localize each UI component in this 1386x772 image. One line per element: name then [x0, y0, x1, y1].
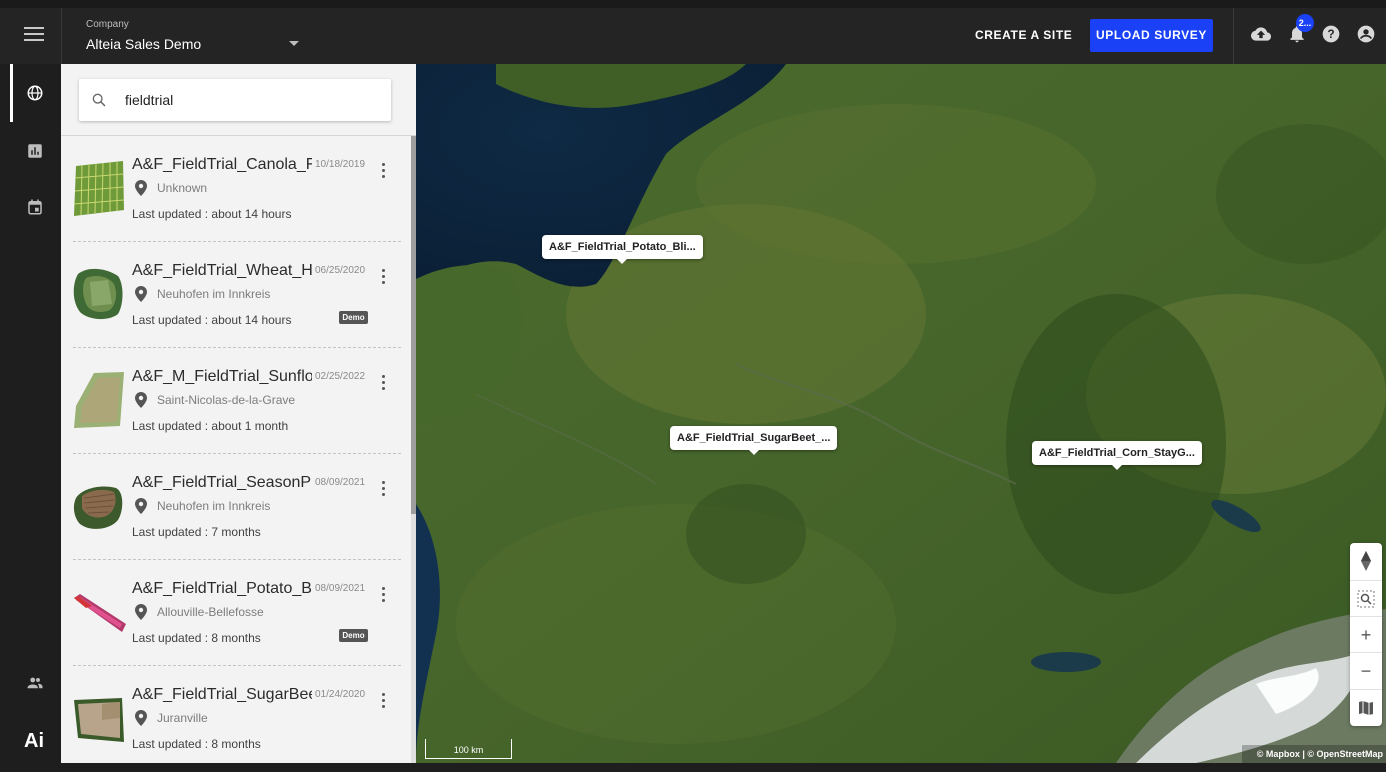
- zoom-to-fit-icon[interactable]: [1350, 580, 1382, 616]
- site-location: Neuhofen im Innkreis: [157, 287, 271, 301]
- site-updated: Last updated : 8 months: [132, 631, 261, 645]
- company-label: Company: [86, 19, 129, 30]
- app-logo: Ai: [24, 730, 44, 752]
- map-marker[interactable]: A&F_FieldTrial_SugarBeet_...: [670, 426, 838, 455]
- site-name[interactable]: A&F_FieldTrial_SeasonPla...: [132, 474, 312, 492]
- site-card[interactable]: A&F_FieldTrial_Potato_Bli... 08/09/2021 …: [61, 560, 411, 666]
- site-location: Neuhofen im Innkreis: [157, 499, 271, 513]
- location-pin-icon: [135, 498, 147, 514]
- zoom-in-icon[interactable]: +: [1350, 616, 1382, 652]
- divider: [61, 8, 62, 64]
- site-card[interactable]: A&F_M_FieldTrial_Sunflo... 02/25/2022 Sa…: [61, 348, 411, 454]
- location-pin-icon: [135, 180, 147, 196]
- site-thumbnail: [74, 698, 124, 742]
- site-thumbnail: [73, 268, 123, 320]
- site-name[interactable]: A&F_FieldTrial_Potato_Bli...: [132, 580, 312, 598]
- site-date: 08/09/2021: [315, 583, 366, 594]
- site-updated: Last updated : 8 months: [132, 737, 261, 751]
- site-location: Unknown: [157, 181, 208, 195]
- notification-badge[interactable]: 2...: [1296, 14, 1314, 32]
- search-icon: [92, 93, 106, 107]
- site-updated: Last updated : about 14 hours: [132, 207, 292, 221]
- more-vert-icon[interactable]: [377, 163, 389, 181]
- site-updated: Last updated : about 14 hours: [132, 313, 292, 327]
- location-pin-icon: [135, 392, 147, 408]
- site-card[interactable]: A&F_FieldTrial_Canola_Fl... 10/18/2019 U…: [61, 136, 411, 242]
- more-vert-icon[interactable]: [377, 693, 389, 711]
- map-view[interactable]: A&F_FieldTrial_Potato_Bli... A&F_FieldTr…: [416, 64, 1386, 763]
- top-bar: Company Alteia Sales Demo CREATE A SITE …: [0, 0, 1386, 64]
- site-updated: Last updated : 7 months: [132, 525, 261, 539]
- chevron-down-icon[interactable]: [289, 41, 299, 46]
- map-marker[interactable]: A&F_FieldTrial_Corn_StayG...: [1032, 441, 1202, 470]
- site-list: A&F_FieldTrial_Canola_Fl... 10/18/2019 U…: [61, 136, 411, 772]
- active-indicator: [10, 64, 13, 122]
- calendar-icon[interactable]: [26, 198, 44, 216]
- site-name[interactable]: A&F_M_FieldTrial_Sunflo...: [132, 368, 312, 386]
- site-location: Saint-Nicolas-de-la-Grave: [157, 393, 296, 407]
- zoom-out-icon[interactable]: −: [1350, 652, 1382, 688]
- more-vert-icon[interactable]: [377, 375, 389, 393]
- menu-icon[interactable]: [24, 27, 44, 43]
- svg-text:?: ?: [1327, 28, 1334, 41]
- site-card[interactable]: A&F_FieldTrial_SugarBeet... 01/24/2020 J…: [61, 666, 411, 772]
- site-thumbnail: [74, 372, 124, 428]
- site-thumbnail: [74, 594, 126, 632]
- site-thumbnail: [73, 161, 125, 216]
- site-list-panel: A&F_FieldTrial_Canola_Fl... 10/18/2019 U…: [61, 64, 416, 763]
- site-date: 08/09/2021: [315, 477, 366, 488]
- site-location: Juranville: [157, 711, 208, 725]
- site-date: 02/25/2022: [315, 371, 366, 382]
- demo-badge: Demo: [339, 629, 368, 642]
- location-pin-icon: [135, 286, 147, 302]
- team-icon[interactable]: [26, 674, 44, 692]
- map-scale: 100 km: [425, 739, 512, 759]
- site-thumbnail: [73, 486, 123, 529]
- site-card[interactable]: A&F_FieldTrial_SeasonPla... 08/09/2021 N…: [61, 454, 411, 560]
- left-rail: Ai: [0, 64, 61, 763]
- more-vert-icon[interactable]: [377, 587, 389, 605]
- company-selector[interactable]: Alteia Sales Demo: [86, 36, 201, 52]
- site-name[interactable]: A&F_FieldTrial_Canola_Fl...: [132, 156, 312, 174]
- site-date: 10/18/2019: [315, 159, 366, 170]
- map-controls: + −: [1350, 543, 1382, 726]
- help-icon[interactable]: ?: [1321, 24, 1341, 44]
- map-layers-icon[interactable]: [1350, 689, 1382, 725]
- globe-icon[interactable]: [26, 84, 44, 102]
- location-pin-icon: [135, 604, 147, 620]
- divider: [1233, 8, 1234, 64]
- account-icon[interactable]: [1356, 24, 1376, 44]
- search-input[interactable]: [123, 88, 373, 112]
- location-pin-icon: [135, 710, 147, 726]
- map-marker[interactable]: A&F_FieldTrial_Potato_Bli...: [542, 235, 703, 264]
- chart-icon[interactable]: [26, 142, 44, 160]
- create-site-button[interactable]: CREATE A SITE: [968, 20, 1079, 50]
- site-date: 06/25/2020: [315, 265, 366, 276]
- site-location: Allouville-Bellefosse: [157, 605, 264, 619]
- site-updated: Last updated : about 1 month: [132, 419, 289, 433]
- site-name[interactable]: A&F_FieldTrial_Wheat_He...: [132, 262, 312, 280]
- site-name[interactable]: A&F_FieldTrial_SugarBeet...: [132, 686, 312, 704]
- search-box: [79, 79, 391, 121]
- upload-survey-button[interactable]: UPLOAD SURVEY: [1090, 19, 1213, 52]
- site-card[interactable]: A&F_FieldTrial_Wheat_He... 06/25/2020 Ne…: [61, 242, 411, 348]
- demo-badge: Demo: [339, 311, 368, 324]
- more-vert-icon[interactable]: [377, 481, 389, 499]
- cloud-upload-icon[interactable]: [1251, 24, 1271, 44]
- more-vert-icon[interactable]: [377, 269, 389, 287]
- satellite-map: [416, 64, 1386, 763]
- top-strip: [0, 0, 1386, 8]
- site-date: 01/24/2020: [315, 689, 366, 700]
- compass-icon[interactable]: [1350, 543, 1382, 579]
- map-attribution[interactable]: © Mapbox | © OpenStreetMap: [1242, 745, 1386, 763]
